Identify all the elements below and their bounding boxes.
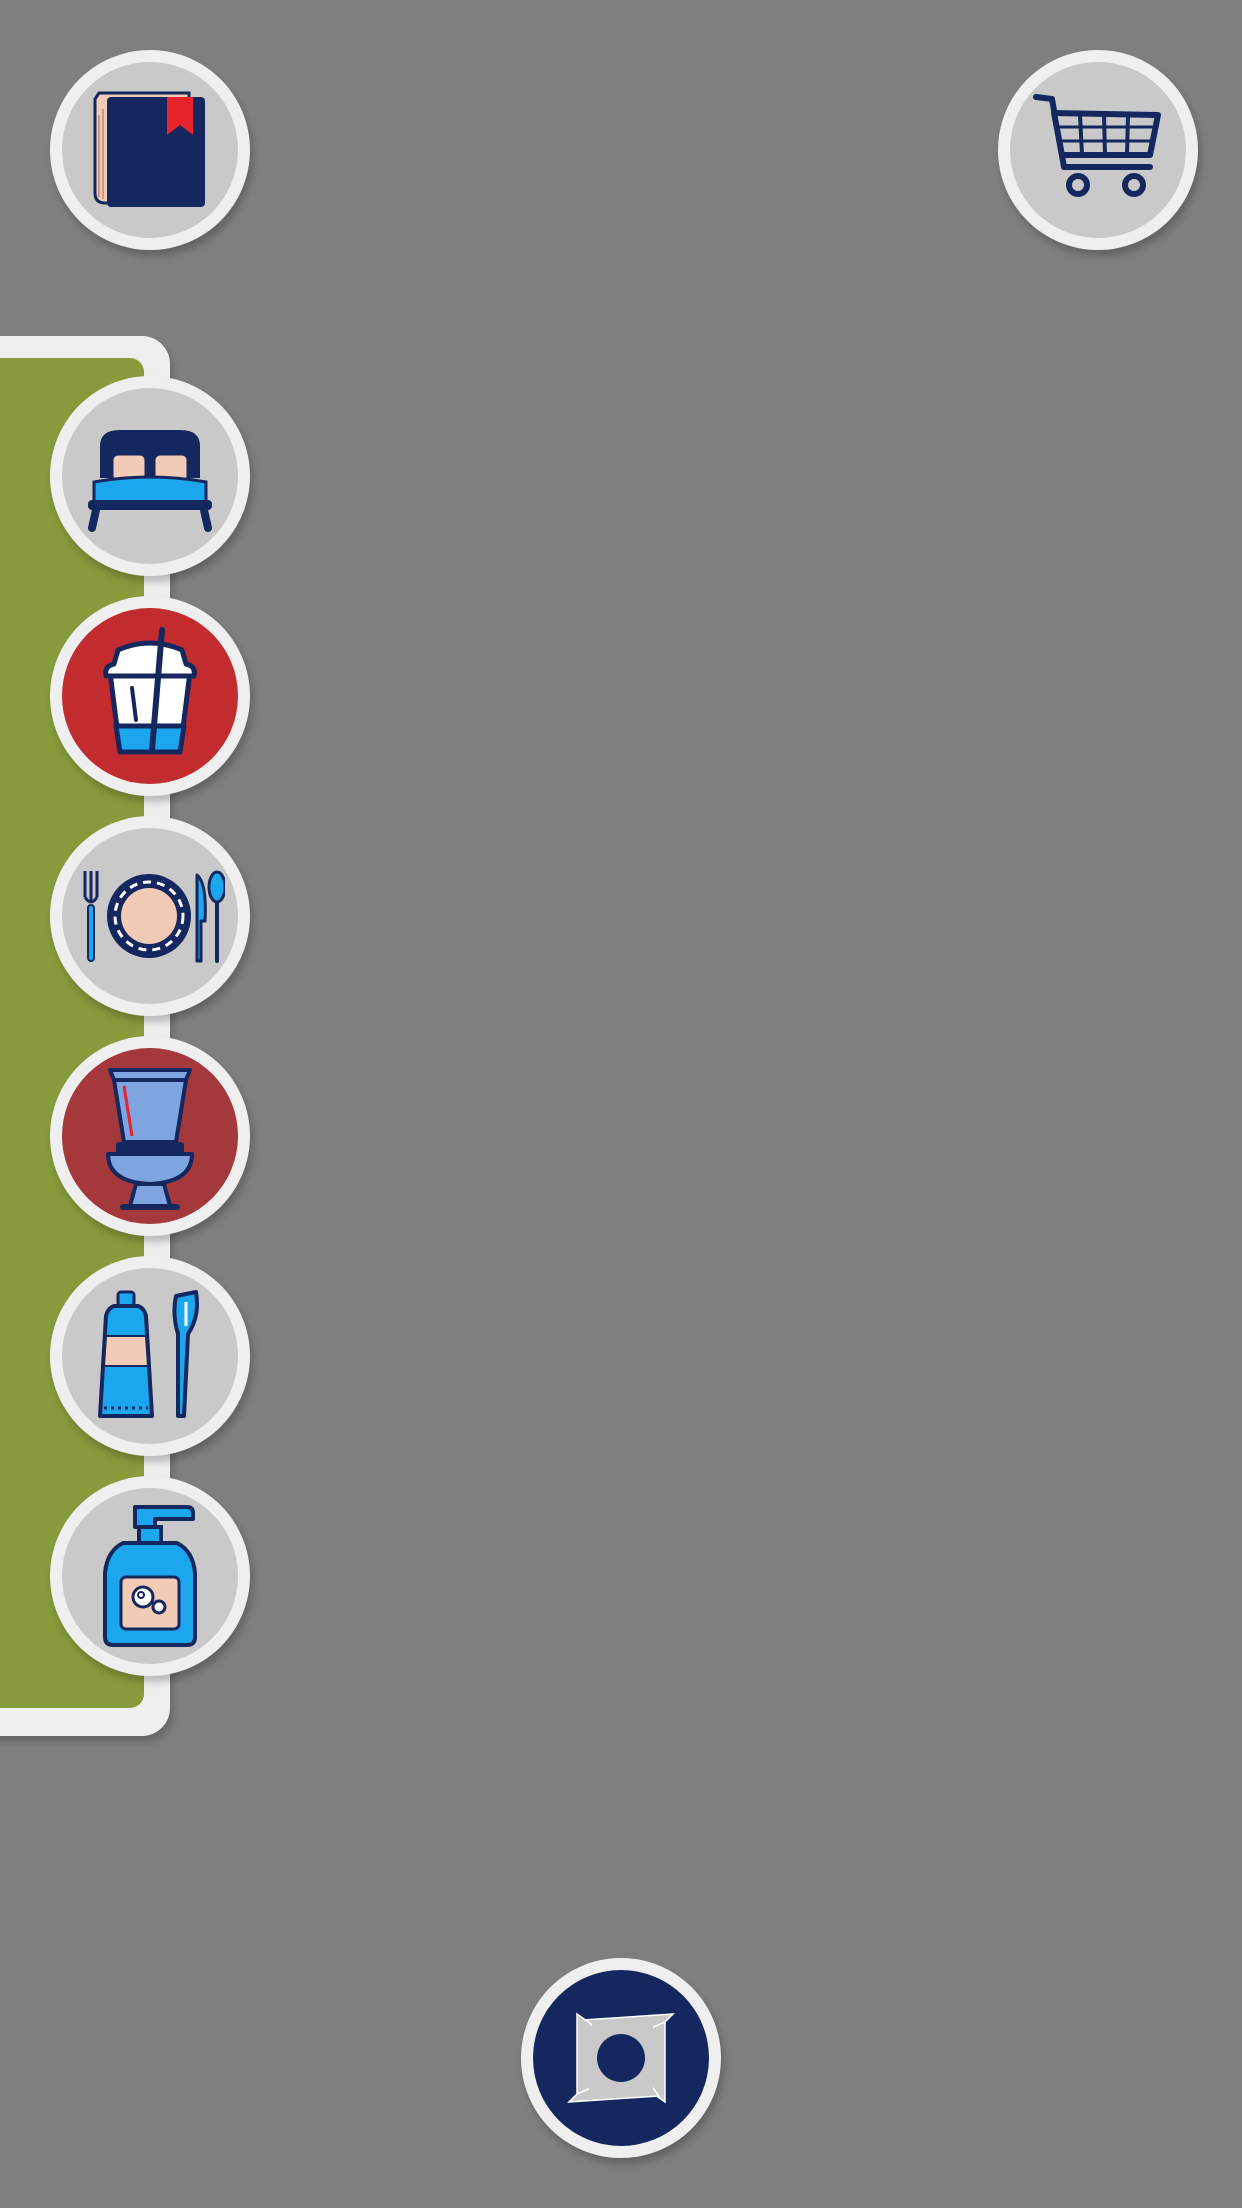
book-icon [93,91,205,207]
camera-shutter-icon [567,2012,675,2104]
toothpaste-toothbrush-icon [98,1290,199,1418]
category-face [62,1488,238,1664]
catalog-button[interactable] [50,50,250,250]
catalog-button-face [62,62,238,238]
category-toilet-button[interactable] [50,1036,250,1236]
shopping-cart-icon [1033,94,1161,197]
category-face [62,608,238,784]
capture-button-face [533,1970,709,2146]
cart-button[interactable] [998,50,1198,250]
category-face [62,1048,238,1224]
category-dental-button[interactable] [50,1256,250,1456]
drink-cup-icon [103,627,197,755]
category-face [62,1268,238,1444]
category-drinks-button[interactable] [50,596,250,796]
capture-button[interactable] [521,1958,721,2158]
category-soap-button[interactable] [50,1476,250,1676]
plate-cutlery-icon [83,870,225,963]
category-dining-button[interactable] [50,816,250,1016]
category-face [62,388,238,564]
category-bedroom-button[interactable] [50,376,250,576]
toilet-icon [106,1068,194,1210]
cart-button-face [1010,62,1186,238]
soap-dispenser-icon [103,1505,197,1647]
bed-icon [88,430,212,532]
category-face [62,828,238,1004]
